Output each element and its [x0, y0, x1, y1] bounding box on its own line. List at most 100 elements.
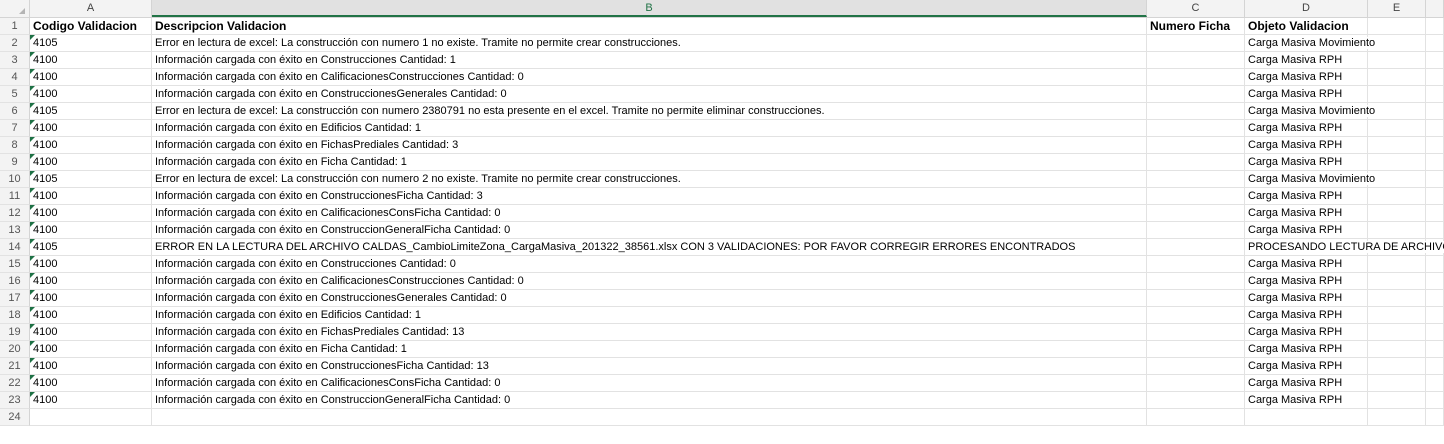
row-number[interactable]: 20 — [0, 341, 30, 358]
cell-e[interactable] — [1368, 222, 1426, 239]
cell-f[interactable] — [1426, 120, 1444, 137]
row-number[interactable]: 22 — [0, 375, 30, 392]
codigo-validacion-cell[interactable]: 4100 — [30, 188, 152, 205]
descripcion-validacion-cell[interactable]: Información cargada con éxito en Ficha C… — [152, 154, 1147, 171]
cell-e[interactable] — [1368, 375, 1426, 392]
objeto-validacion-cell[interactable]: Carga Masiva RPH — [1245, 137, 1368, 154]
descripcion-validacion-cell[interactable]: Error en lectura de excel: La construcci… — [152, 171, 1147, 188]
cell-e[interactable] — [1368, 52, 1426, 69]
cell-f[interactable] — [1426, 375, 1444, 392]
objeto-validacion-cell[interactable]: Carga Masiva RPH — [1245, 290, 1368, 307]
numero-ficha-cell[interactable] — [1147, 35, 1245, 52]
objeto-validacion-cell[interactable]: Carga Masiva RPH — [1245, 358, 1368, 375]
cell-e[interactable] — [1368, 341, 1426, 358]
cell-f[interactable] — [1426, 324, 1444, 341]
numero-ficha-cell[interactable] — [1147, 341, 1245, 358]
descripcion-validacion-cell[interactable]: Información cargada con éxito en Constru… — [152, 392, 1147, 409]
numero-ficha-cell[interactable] — [1147, 120, 1245, 137]
cell-e[interactable] — [1368, 35, 1426, 52]
row-number[interactable]: 14 — [0, 239, 30, 256]
numero-ficha-cell[interactable] — [1147, 154, 1245, 171]
objeto-validacion-cell[interactable]: Carga Masiva Movimiento — [1245, 35, 1376, 52]
numero-ficha-cell[interactable] — [1147, 86, 1245, 103]
row-number[interactable]: 13 — [0, 222, 30, 239]
numero-ficha-cell[interactable] — [1147, 324, 1245, 341]
cell-f[interactable] — [1426, 103, 1444, 120]
row-number[interactable]: 6 — [0, 103, 30, 120]
codigo-validacion-cell[interactable]: 4100 — [30, 256, 152, 273]
numero-ficha-cell[interactable] — [1147, 239, 1245, 256]
descripcion-validacion-cell[interactable]: Información cargada con éxito en Calific… — [152, 205, 1147, 222]
cell-e[interactable] — [1368, 103, 1426, 120]
cell-f[interactable] — [1426, 290, 1444, 307]
header-descripcion-validacion[interactable]: Descripcion Validacion — [152, 18, 1147, 35]
column-header-a[interactable]: A — [30, 0, 152, 17]
cell-f[interactable] — [1426, 205, 1444, 222]
row-number[interactable]: 2 — [0, 35, 30, 52]
row-number[interactable]: 4 — [0, 69, 30, 86]
descripcion-validacion-cell[interactable]: Información cargada con éxito en Constru… — [152, 290, 1147, 307]
descripcion-validacion-cell[interactable]: Información cargada con éxito en Calific… — [152, 273, 1147, 290]
cell-e[interactable] — [1368, 18, 1426, 35]
cell-e[interactable] — [1368, 324, 1426, 341]
descripcion-validacion-cell[interactable]: Información cargada con éxito en Calific… — [152, 69, 1147, 86]
cell-f[interactable] — [1426, 341, 1444, 358]
row-number[interactable]: 23 — [0, 392, 30, 409]
row-number[interactable]: 15 — [0, 256, 30, 273]
row-number[interactable]: 3 — [0, 52, 30, 69]
cell-e[interactable] — [1368, 409, 1426, 426]
codigo-validacion-cell[interactable]: 4100 — [30, 69, 152, 86]
cell-e[interactable] — [1368, 137, 1426, 154]
objeto-validacion-cell[interactable]: Carga Masiva RPH — [1245, 154, 1368, 171]
codigo-validacion-cell[interactable]: 4100 — [30, 392, 152, 409]
cell-e[interactable] — [1368, 120, 1426, 137]
descripcion-validacion-cell[interactable]: Información cargada con éxito en FichasP… — [152, 324, 1147, 341]
numero-ficha-cell[interactable] — [1147, 290, 1245, 307]
cell-e[interactable] — [1368, 392, 1426, 409]
row-number[interactable]: 12 — [0, 205, 30, 222]
descripcion-validacion-cell[interactable]: ERROR EN LA LECTURA DEL ARCHIVO CALDAS_C… — [152, 239, 1147, 256]
descripcion-validacion-cell[interactable]: Información cargada con éxito en Edifici… — [152, 307, 1147, 324]
row-number[interactable]: 17 — [0, 290, 30, 307]
cell-f[interactable] — [1426, 86, 1444, 103]
cell-e[interactable] — [1368, 358, 1426, 375]
cell-e[interactable] — [1368, 188, 1426, 205]
cell-f[interactable] — [1426, 222, 1444, 239]
numero-ficha-cell[interactable] — [1147, 273, 1245, 290]
row-number[interactable]: 7 — [0, 120, 30, 137]
cell-d[interactable] — [1245, 409, 1368, 426]
cell-f[interactable] — [1426, 18, 1444, 35]
objeto-validacion-cell[interactable]: Carga Masiva RPH — [1245, 375, 1368, 392]
cell-f[interactable] — [1426, 52, 1444, 69]
objeto-validacion-cell[interactable]: Carga Masiva RPH — [1245, 324, 1368, 341]
cell-e[interactable] — [1368, 171, 1426, 188]
objeto-validacion-cell[interactable]: PROCESANDO LECTURA DE ARCHIVO I — [1245, 239, 1444, 256]
column-header-b[interactable]: B — [152, 0, 1147, 17]
cell-c[interactable] — [1147, 409, 1245, 426]
select-all-button[interactable] — [0, 0, 30, 17]
row-number[interactable]: 16 — [0, 273, 30, 290]
cell-e[interactable] — [1368, 273, 1426, 290]
numero-ficha-cell[interactable] — [1147, 205, 1245, 222]
cell-f[interactable] — [1426, 35, 1444, 52]
codigo-validacion-cell[interactable]: 4100 — [30, 205, 152, 222]
objeto-validacion-cell[interactable]: Carga Masiva RPH — [1245, 307, 1368, 324]
codigo-validacion-cell[interactable]: 4105 — [30, 35, 152, 52]
cell-f[interactable] — [1426, 358, 1444, 375]
cell-e[interactable] — [1368, 256, 1426, 273]
column-header-f[interactable] — [1426, 0, 1444, 17]
row-number[interactable]: 11 — [0, 188, 30, 205]
descripcion-validacion-cell[interactable]: Error en lectura de excel: La construcci… — [152, 103, 1147, 120]
cell-f[interactable] — [1426, 171, 1444, 188]
objeto-validacion-cell[interactable]: Carga Masiva Movimiento — [1245, 171, 1376, 188]
cell-f[interactable] — [1426, 273, 1444, 290]
cell-a[interactable] — [30, 409, 152, 426]
row-number[interactable]: 18 — [0, 307, 30, 324]
numero-ficha-cell[interactable] — [1147, 171, 1245, 188]
cell-f[interactable] — [1426, 307, 1444, 324]
codigo-validacion-cell[interactable]: 4100 — [30, 154, 152, 171]
numero-ficha-cell[interactable] — [1147, 103, 1245, 120]
codigo-validacion-cell[interactable]: 4105 — [30, 103, 152, 120]
cell-f[interactable] — [1426, 256, 1444, 273]
codigo-validacion-cell[interactable]: 4100 — [30, 273, 152, 290]
